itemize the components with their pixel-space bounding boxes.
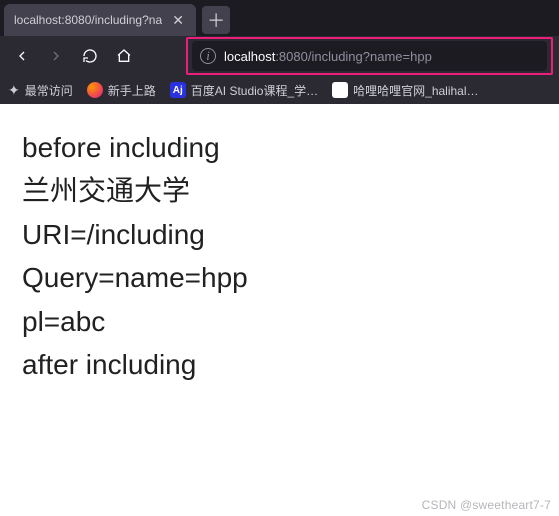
browser-chrome: localhost:8080/including?na ✕ ＋ i localh…: [0, 0, 559, 104]
hali-icon: [332, 82, 348, 98]
info-icon[interactable]: i: [200, 48, 216, 64]
baidu-icon: Aj: [170, 82, 186, 98]
tab-strip: localhost:8080/including?na ✕ ＋: [0, 0, 559, 36]
content-line: URI=/including: [22, 213, 537, 256]
toolbar: i localhost:8080/including?name=hpp: [0, 36, 559, 76]
browser-tab[interactable]: localhost:8080/including?na ✕: [4, 4, 196, 36]
reload-button[interactable]: [74, 40, 106, 72]
bookmark-hali[interactable]: 哈哩哈哩官网_halihal…: [332, 82, 478, 99]
bookmark-label: 哈哩哈哩官网_halihal…: [353, 82, 478, 99]
close-icon[interactable]: ✕: [170, 12, 186, 28]
url-host: localhost: [224, 49, 275, 64]
bookmark-baidu[interactable]: Aj 百度AI Studio课程_学…: [170, 82, 318, 99]
forward-button[interactable]: [40, 40, 72, 72]
address-bar-wrap: i localhost:8080/including?name=hpp: [192, 41, 547, 71]
bookmark-label: 最常访问: [25, 82, 73, 99]
url-text: localhost:8080/including?name=hpp: [224, 49, 432, 64]
content-line: after including: [22, 343, 537, 386]
watermark: CSDN @sweetheart7-7: [422, 498, 551, 512]
bookmark-label: 百度AI Studio课程_学…: [191, 82, 318, 99]
new-tab-button[interactable]: ＋: [202, 6, 230, 34]
content-line: 兰州交通大学: [22, 169, 537, 212]
content-line: before including: [22, 126, 537, 169]
page-content: before including 兰州交通大学 URI=/including Q…: [0, 104, 559, 408]
bookmark-label: 新手上路: [108, 82, 156, 99]
url-rest: :8080/including?name=hpp: [275, 49, 432, 64]
back-button[interactable]: [6, 40, 38, 72]
bookmark-firefox[interactable]: 新手上路: [87, 82, 156, 99]
bookmarks-bar: ✦ 最常访问 新手上路 Aj 百度AI Studio课程_学… 哈哩哈哩官网_h…: [0, 76, 559, 104]
star-icon: ✦: [8, 82, 20, 99]
content-line: pl=abc: [22, 300, 537, 343]
address-bar[interactable]: i localhost:8080/including?name=hpp: [192, 41, 547, 71]
tab-title: localhost:8080/including?na: [14, 13, 162, 27]
firefox-icon: [87, 82, 103, 98]
home-button[interactable]: [108, 40, 140, 72]
content-line: Query=name=hpp: [22, 256, 537, 299]
bookmark-most-visited[interactable]: ✦ 最常访问: [8, 82, 73, 99]
